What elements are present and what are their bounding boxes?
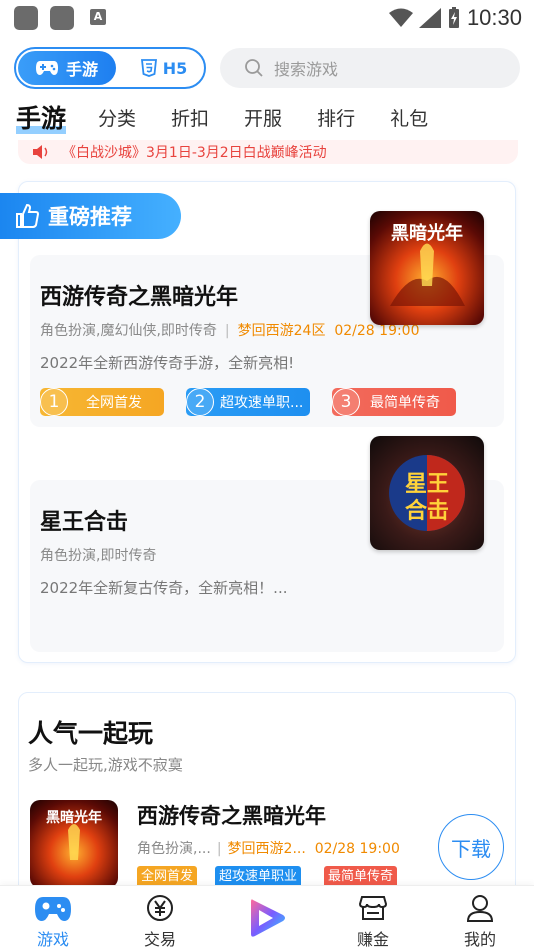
status-bar: A 10:30	[0, 0, 534, 36]
game-cover-image[interactable]: 黑暗光年	[30, 800, 118, 888]
notification-icon	[50, 6, 74, 30]
game-cover-image[interactable]: 黑暗光年	[370, 211, 484, 325]
tab-new-server[interactable]: 开服	[244, 100, 282, 138]
bottom-nav: 游戏 交易 赚金 我的	[0, 885, 534, 950]
game-genres: 角色扮演,...	[137, 841, 211, 857]
game-open-time: 02/28 19:00	[314, 841, 400, 857]
game-server: 梦回西游2...	[227, 841, 306, 857]
notice-bar[interactable]: 《白战沙城》3月1日-3月2日白战巅峰活动	[18, 140, 518, 164]
h5-label: H5	[162, 58, 188, 78]
game-genres: 角色扮演,即时传奇	[40, 548, 157, 564]
nav-games[interactable]: 游戏	[8, 886, 98, 950]
svg-text:合击: 合击	[405, 498, 449, 524]
speaker-icon	[33, 145, 48, 159]
game-title: 星王合击	[40, 510, 129, 535]
platform-switch: 手游 H5	[14, 47, 206, 89]
mobile-game-tab[interactable]: 手游	[18, 51, 116, 85]
thumbs-up-icon	[16, 203, 40, 228]
battery-icon	[448, 7, 459, 28]
shop-icon	[358, 896, 388, 920]
tab-category[interactable]: 分类	[98, 100, 136, 138]
tab-gift[interactable]: 礼包	[390, 100, 428, 138]
tab-discount[interactable]: 折扣	[171, 100, 209, 138]
game-meta: 角色扮演,魔幻仙侠,即时传奇 | 梦回西游24区 02/28 19:00	[40, 323, 420, 339]
gamepad-icon	[35, 897, 71, 921]
game-meta: 角色扮演,... | 梦回西游2... 02/28 19:00	[137, 841, 400, 857]
tag-first-release: 1 全网首发	[40, 388, 164, 416]
search-input[interactable]: 搜索游戏	[220, 48, 520, 88]
tab-mobile-games[interactable]: 手游	[16, 100, 67, 138]
tag-simplest: 3 最简单传奇	[332, 388, 456, 416]
yen-coin-icon	[147, 895, 173, 921]
game-title[interactable]: 西游传奇之黑暗光年	[137, 800, 326, 830]
search-placeholder: 搜索游戏	[274, 60, 339, 79]
tag-fast-attack: 2 超攻速单职...	[186, 388, 310, 416]
nav-mine[interactable]: 我的	[435, 886, 525, 950]
h5-tab[interactable]: H5	[128, 51, 200, 85]
notification-icon	[14, 6, 38, 30]
svg-text:黑暗光年: 黑暗光年	[46, 809, 102, 826]
download-button[interactable]: 下载	[438, 814, 504, 880]
category-tabs: 手游 分类 折扣 开服 排行 礼包	[16, 98, 463, 138]
nav-play[interactable]	[222, 886, 312, 950]
signal-icon	[418, 8, 441, 28]
svg-text:星王: 星王	[405, 471, 449, 497]
tab-ranking[interactable]: 排行	[317, 100, 355, 138]
a-notification-icon: A	[90, 9, 106, 25]
notice-text: 《白战沙城》3月1日-3月2日白战巅峰活动	[62, 145, 327, 161]
clock: 10:30	[466, 5, 522, 30]
user-icon	[466, 895, 494, 922]
play-icon	[251, 899, 285, 937]
wifi-icon	[388, 8, 413, 27]
game-server: 梦回西游24区	[237, 323, 326, 339]
recommend-title: 重磅推荐	[48, 205, 132, 229]
gamepad-icon	[35, 61, 58, 75]
html5-icon	[140, 59, 157, 77]
game-desc: 2022年全新复古传奇，全新亮相！...	[40, 579, 288, 597]
popular-title: 人气一起玩	[28, 714, 154, 750]
nav-trade[interactable]: 交易	[115, 886, 205, 950]
game-title: 西游传奇之黑暗光年	[40, 285, 239, 310]
game-open-time: 02/28 19:00	[334, 323, 420, 339]
search-icon	[245, 59, 263, 77]
game-genres: 角色扮演,魔幻仙侠,即时传奇	[40, 323, 217, 339]
game-cover-image[interactable]: 星王 合击	[370, 436, 484, 550]
recommend-badge: 重磅推荐	[0, 193, 181, 239]
popular-subtitle: 多人一起玩,游戏不寂寞	[28, 756, 183, 774]
game-desc: 2022年全新西游传奇手游，全新亮相!	[40, 354, 295, 372]
mobile-game-label: 手游	[65, 60, 98, 79]
svg-text:黑暗光年: 黑暗光年	[391, 222, 463, 244]
nav-earn[interactable]: 赚金	[328, 886, 418, 950]
